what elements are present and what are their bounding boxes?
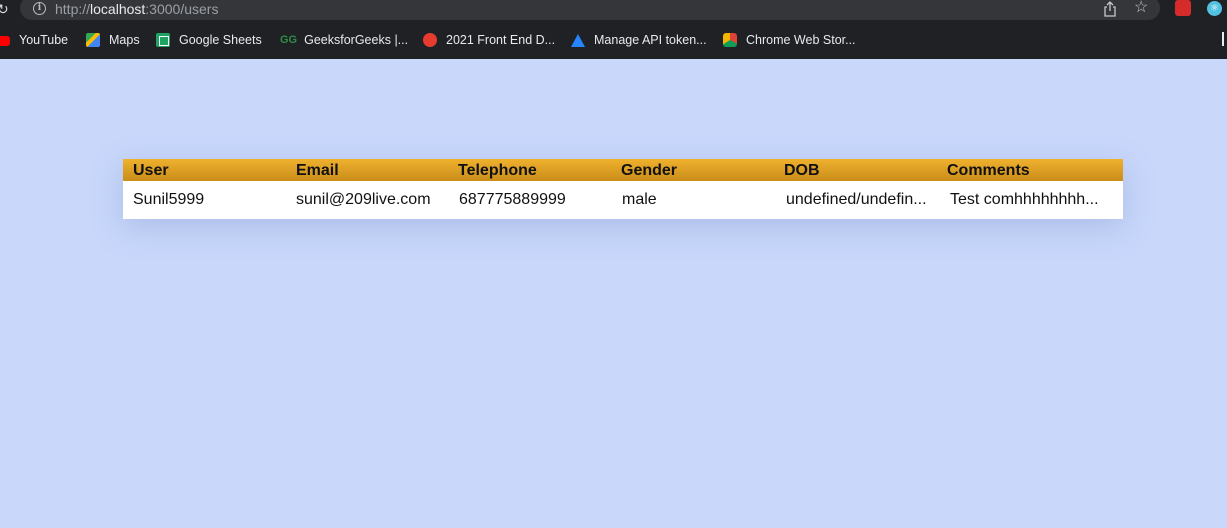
bookmark-label: 2021 Front End D... [446,33,556,47]
extension-icon[interactable] [1175,0,1191,16]
bookmarks-overflow-icon[interactable] [1222,32,1224,46]
cell-dob: undefined/undefin... [786,191,927,208]
sheets-icon [156,33,170,47]
url-host: localhost [90,1,146,17]
bookmark-maps[interactable]: Maps [86,30,140,50]
users-table: User Email Telephone Gender DOB Comments… [123,159,1123,219]
bookmark-youtube[interactable]: YouTube [0,30,68,50]
header-comments: Comments [947,162,1030,179]
url-text[interactable]: http://localhost:3000/users [55,1,218,17]
cell-user: Sunil5999 [133,191,205,208]
bookmark-label: Google Sheets [179,33,262,47]
chrome-web-store-icon [723,33,737,47]
header-telephone: Telephone [458,162,537,179]
youtube-icon [0,35,10,46]
site-info-icon[interactable]: i [33,2,46,15]
cell-comments: Test comhhhhhhhh... [950,191,1099,208]
bookmark-label: Manage API token... [594,33,707,47]
bookmark-chrome-web-store[interactable]: Chrome Web Stor... [723,30,856,50]
gfg-icon: GG [280,34,298,46]
bookmark-frontend[interactable]: 2021 Front End D... [423,30,555,50]
header-dob: DOB [784,162,820,179]
bookmark-google-sheets[interactable]: Google Sheets [156,30,262,50]
cell-gender: male [622,191,657,208]
header-gender: Gender [621,162,678,179]
url-prefix: http:// [55,1,91,17]
bookmark-label: GeeksforGeeks |... [304,33,409,47]
reload-icon[interactable]: ↻ [0,1,9,17]
cell-email: sunil@209live.com [296,191,431,208]
share-icon[interactable] [1103,1,1117,17]
table-header-row: User Email Telephone Gender DOB Comments [123,159,1123,181]
bookmark-label: YouTube [19,33,69,47]
cell-telephone: 687775889999 [459,191,566,208]
maps-icon [86,33,100,47]
frontend-icon [423,33,437,47]
url-path: :3000/users [145,1,219,17]
bookmark-manage-api-token[interactable]: Manage API token... [571,30,707,50]
react-devtools-icon[interactable]: ⚛ [1207,1,1222,16]
browser-chrome: ↻ i http://localhost:3000/users ☆ ⚛ YouT… [0,0,1227,59]
atlassian-icon [571,33,585,47]
bookmark-geeksforgeeks[interactable]: GG GeeksforGeeks |... [280,30,408,50]
header-user: User [133,162,169,179]
bookmarks-bar: YouTube Maps Google Sheets GG GeeksforGe… [0,30,1227,50]
bookmark-label: Chrome Web Stor... [746,33,856,47]
header-email: Email [296,162,339,179]
bookmark-label: Maps [109,33,140,47]
bookmark-star-icon[interactable]: ☆ [1134,0,1148,17]
address-bar-row: ↻ i http://localhost:3000/users ☆ ⚛ [0,0,1227,20]
